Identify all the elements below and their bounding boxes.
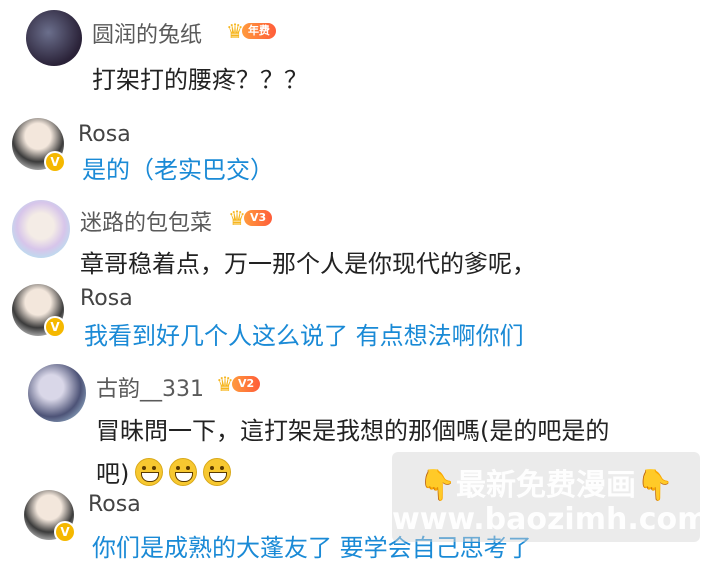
grin-emoji-icon xyxy=(203,458,232,486)
level-badge: V2 xyxy=(231,376,261,392)
pointing-hand-icon: 👇 xyxy=(636,468,674,503)
watermark: 👇最新免费漫画👇 www.baozimh.com xyxy=(392,452,709,542)
username[interactable]: Rosa xyxy=(88,492,141,517)
comment-text-line-2-text: 吧) xyxy=(96,460,130,488)
watermark-url: www.baozimh.com xyxy=(392,502,709,537)
verified-badge-icon: V xyxy=(44,316,66,338)
level-badge: 年费 xyxy=(241,23,276,39)
watermark-line-1: 👇最新免费漫画👇 xyxy=(392,460,700,504)
comment-text: 打架打的腰疼？？？ xyxy=(92,66,308,94)
username[interactable]: Rosa xyxy=(78,122,131,147)
reply-text: 是的（老实巴交） xyxy=(82,156,274,184)
comment-text-line-2: 吧) xyxy=(96,454,232,489)
avatar[interactable] xyxy=(12,200,70,258)
grin-emoji-icon xyxy=(169,458,198,486)
reply-text: 我看到好几个人这么说了 有点想法啊你们 xyxy=(84,322,524,350)
watermark-title: 最新免费漫画 xyxy=(456,468,636,503)
verified-badge-icon: V xyxy=(44,151,66,173)
username[interactable]: Rosa xyxy=(80,286,133,311)
vip-crown-icon: ♛ V3 xyxy=(228,207,273,229)
vip-crown-icon: ♛ V2 xyxy=(216,373,261,395)
grin-emoji-icon xyxy=(135,458,164,486)
avatar[interactable] xyxy=(26,10,82,66)
comment-text-line-1: 冒昧問一下，這打架是我想的那個嗎(是的吧是的 xyxy=(96,417,610,445)
verified-badge-icon: V xyxy=(54,521,76,543)
pointing-hand-icon: 👇 xyxy=(418,468,456,503)
avatar[interactable] xyxy=(28,364,86,422)
username[interactable]: 古韵__331 xyxy=(96,371,204,403)
username[interactable]: 迷路的包包菜 xyxy=(80,205,212,237)
username[interactable]: 圆润的兔纸 xyxy=(92,17,202,49)
comment-text: 章哥稳着点，万一那个人是你现代的爹呢， xyxy=(80,250,536,278)
vip-crown-icon: ♛ 年费 xyxy=(226,20,276,42)
level-badge: V3 xyxy=(243,210,273,226)
